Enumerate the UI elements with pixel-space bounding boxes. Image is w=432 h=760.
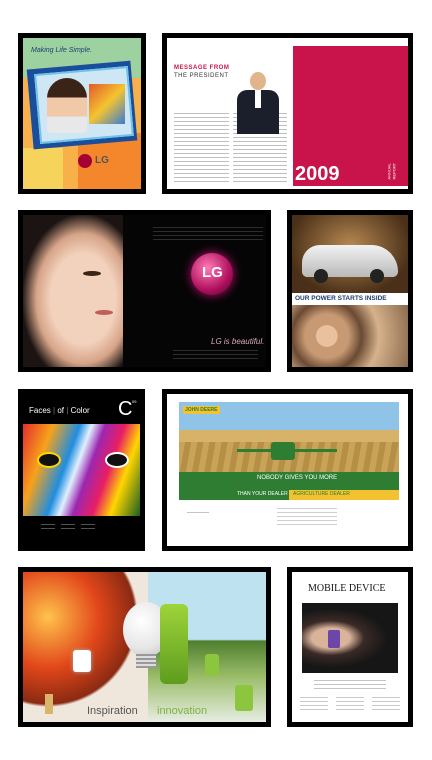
model-face [23, 215, 123, 367]
thumbnail-nissan[interactable]: OUR POWER STARTS INSIDE [287, 210, 413, 372]
letter-superscript: 09 [132, 399, 137, 404]
deere-left-bar: THAN YOUR DEALER [237, 491, 288, 497]
report-year: 2009 [295, 163, 340, 185]
thumbnail-lg-poster[interactable]: Making Life Simple. LG [18, 33, 146, 194]
nissan-headline: OUR POWER STARTS INSIDE [295, 295, 387, 302]
beauty-tagline: LG is beautiful. [211, 337, 265, 346]
portfolio-page: { "thumbnails": { "lg_poster": {"slogan"… [0, 0, 432, 760]
thumbnail-lg-beauty[interactable]: LG LG is beautiful. [18, 210, 271, 372]
woman-photo [47, 78, 87, 133]
thumbnail-faces-of-color[interactable]: Faces | of | Color C 09 [18, 389, 145, 551]
brand-logo: LG [95, 155, 109, 166]
green-phone [160, 604, 188, 684]
president-photo [234, 70, 282, 134]
painted-face [23, 424, 140, 516]
thumbnail-lg-inspiration[interactable]: Inspiration innovation [18, 567, 271, 727]
thumbnail-john-deere[interactable]: JOHN DEERE NOBODY GIVES YOU MORE THAN YO… [162, 389, 413, 551]
big-letter: C [118, 398, 133, 420]
report-heading: MESSAGE FROM [174, 65, 230, 71]
thumbnail-mobile-device[interactable]: MOBILE DEVICE [287, 567, 413, 727]
john-deere-logo: JOHN DEERE [183, 406, 220, 414]
report-side-label: ANNUAL REPORT [386, 162, 397, 180]
model-phone-photo [302, 603, 398, 673]
team-circle-photo [292, 305, 408, 367]
inspiration-word: Inspiration [87, 705, 138, 717]
deere-tagline: NOBODY GIVES YOU MORE [257, 475, 338, 481]
color-word: Color [70, 406, 90, 415]
of-word: of [57, 406, 65, 415]
mobile-title: MOBILE DEVICE [308, 583, 386, 594]
logo-letters: LG [202, 264, 223, 281]
report-subheading: THE PRESIDENT [174, 73, 229, 79]
faces-word: Faces [29, 406, 51, 415]
slogan: Making Life Simple. [31, 47, 93, 54]
innovation-word: innovation [157, 705, 208, 717]
thumbnail-annual-report[interactable]: MESSAGE FROM THE PRESIDENT ANNUAL REPORT… [162, 33, 413, 194]
deere-right-bar: AGRICULTURE DEALER [293, 491, 350, 497]
